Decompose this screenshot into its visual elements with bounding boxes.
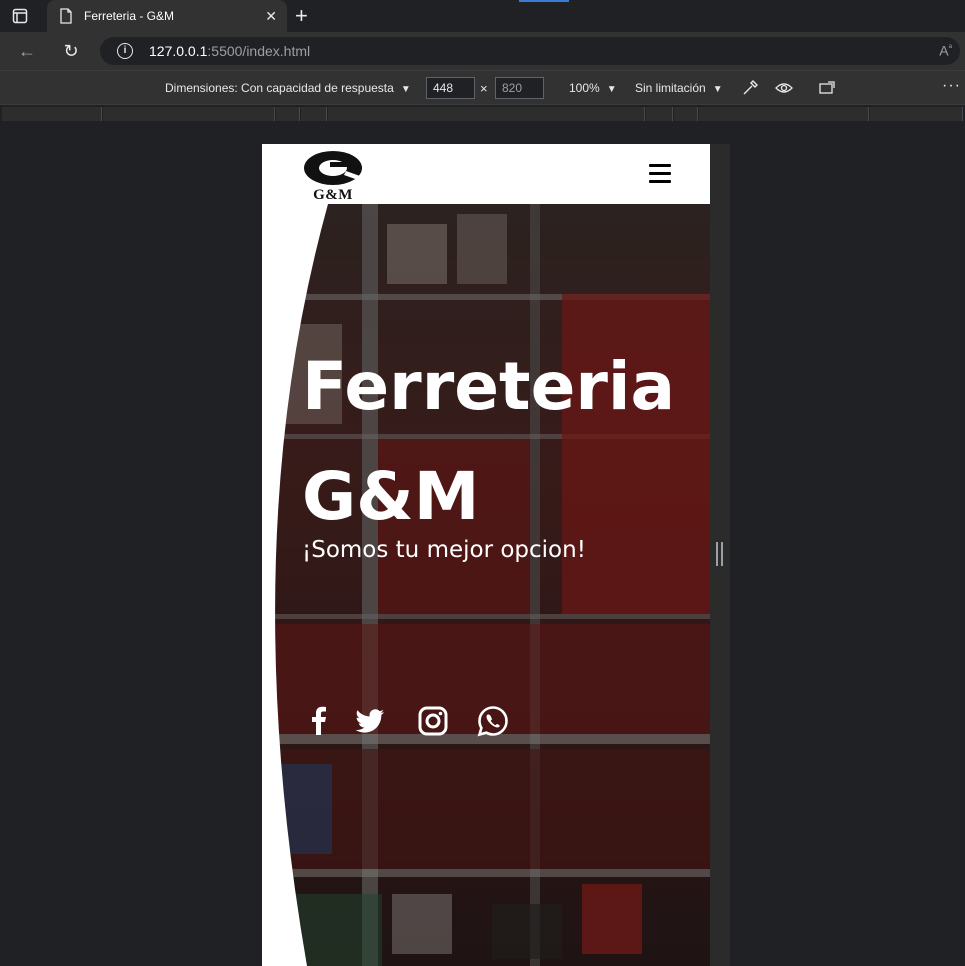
eyedropper-icon[interactable]	[741, 79, 759, 97]
media-query-segment[interactable]	[699, 107, 869, 121]
back-icon[interactable]: ←	[17, 41, 37, 61]
site-logo[interactable]: G&M	[302, 149, 364, 203]
eye-icon[interactable]	[775, 80, 793, 96]
media-query-segment[interactable]	[2, 107, 102, 121]
new-tab-icon[interactable]: +	[295, 5, 308, 27]
wrench-logo-icon	[304, 151, 362, 185]
twitter-icon[interactable]	[353, 704, 387, 738]
width-input[interactable]: 448	[426, 77, 475, 99]
media-query-segment[interactable]	[103, 107, 275, 121]
resize-handle[interactable]	[716, 542, 723, 566]
times-sign: ×	[480, 81, 488, 96]
read-aloud-icon[interactable]: Aᵃ	[939, 42, 952, 59]
dimensions-dropdown[interactable]: Dimensiones: Con capacidad de respuesta ▼	[165, 81, 411, 95]
tab-strip: Ferreteria - G&M ✕ +	[0, 0, 965, 32]
device-toolbar: Dimensiones: Con capacidad de respuesta ▼…	[0, 70, 965, 104]
drag-accent	[519, 0, 569, 2]
navigation-bar: ← ↻ i 127.0.0.1:5500/index.html Aᵃ	[0, 32, 965, 70]
browser-tab[interactable]: Ferreteria - G&M ✕	[47, 0, 287, 32]
hero-background-image	[262, 204, 710, 966]
facebook-icon[interactable]	[302, 704, 336, 738]
address-bar[interactable]: i 127.0.0.1:5500/index.html Aᵃ	[100, 37, 960, 65]
zoom-dropdown[interactable]: 100% ▼	[569, 81, 617, 95]
menu-line	[649, 172, 671, 175]
media-query-segment[interactable]	[870, 107, 963, 121]
hero-subtitle: ¡Somos tu mejor opcion!	[302, 537, 586, 563]
url-text[interactable]: 127.0.0.1:5500/index.html	[149, 43, 310, 59]
media-query-segment[interactable]	[328, 107, 645, 121]
instagram-icon[interactable]	[416, 704, 450, 738]
hero-title-line2: G&M	[302, 458, 480, 535]
media-query-segment[interactable]	[276, 107, 300, 121]
logo-text: G&M	[313, 187, 353, 203]
hero-title: Ferreteria G&M	[302, 332, 702, 552]
media-query-bar	[0, 104, 965, 123]
throttling-dropdown[interactable]: Sin limitación ▼	[635, 81, 723, 95]
hero-section: Ferreteria G&M ¡Somos tu mejor opcion!	[262, 204, 710, 966]
media-query-segment[interactable]	[674, 107, 698, 121]
page-icon	[60, 8, 72, 24]
media-query-segment[interactable]	[646, 107, 673, 121]
rotate-device-icon[interactable]	[818, 80, 836, 96]
tab-title: Ferreteria - G&M	[84, 9, 175, 23]
height-input[interactable]: 820	[495, 77, 544, 99]
menu-toggle-button[interactable]	[649, 164, 671, 184]
close-icon[interactable]: ✕	[265, 8, 277, 24]
hero-title-line1: Ferreteria	[302, 348, 676, 425]
tab-actions-icon[interactable]	[12, 8, 28, 24]
info-icon[interactable]: i	[117, 43, 133, 59]
more-options-icon[interactable]: ···	[942, 77, 961, 95]
whatsapp-icon[interactable]	[476, 704, 510, 738]
site-header: G&M	[262, 144, 710, 204]
menu-line	[649, 164, 671, 167]
reload-icon[interactable]: ↻	[61, 41, 81, 61]
menu-line	[649, 180, 671, 183]
media-query-segment[interactable]	[301, 107, 327, 121]
device-viewport: G&M Ferreteria G&M ¡Somos tu mejor opcio…	[262, 144, 710, 966]
